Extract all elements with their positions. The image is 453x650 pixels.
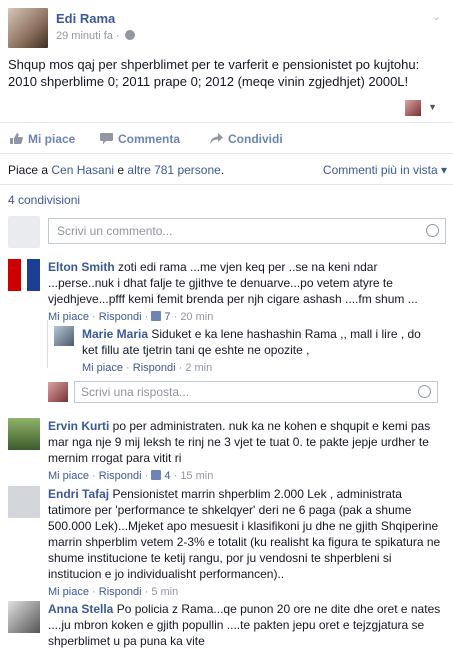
thumbs-up-icon — [151, 311, 162, 321]
avatar[interactable] — [8, 486, 40, 518]
comment-author[interactable]: Elton Smith — [48, 260, 115, 274]
comment-time[interactable]: 15 min — [180, 470, 213, 482]
comment-author[interactable]: Ervin Kurti — [48, 419, 109, 433]
chevron-down-icon[interactable]: ⌄ — [432, 10, 441, 23]
reply-input[interactable]: Scrivi una risposta... — [74, 381, 438, 403]
globe-icon — [124, 30, 135, 40]
avatar[interactable] — [8, 418, 40, 450]
avatar[interactable] — [405, 100, 421, 116]
comment-meta: Mi piace · Rispondi · 5 min — [48, 586, 179, 598]
thumbs-up-icon — [10, 133, 23, 144]
smiley-icon[interactable] — [426, 224, 439, 237]
other-likers-link[interactable]: altre 781 persone — [127, 163, 220, 177]
comment-reply-link[interactable]: Rispondi — [133, 362, 176, 374]
comment-meta: Mi piace · Rispondi · 4 · 15 min — [48, 470, 214, 482]
comment-like-count[interactable]: 4 — [164, 470, 170, 482]
comment-reply-link[interactable]: Rispondi — [99, 470, 142, 482]
comment-reply-link[interactable]: Rispondi — [99, 311, 142, 323]
shares-count[interactable]: 4 condivisioni — [8, 193, 80, 207]
post-action-bar: Mi piace Commenta Condividi — [0, 122, 453, 154]
comment-like-link[interactable]: Mi piace — [82, 362, 123, 374]
comment-reply-link[interactable]: Rispondi — [99, 586, 142, 598]
comment-author[interactable]: Marie Maria — [82, 327, 148, 341]
reply-indent-line — [47, 320, 48, 368]
comment-time[interactable]: 5 min — [151, 586, 178, 598]
share-button[interactable]: Condividi — [210, 132, 283, 146]
thumbs-up-icon — [151, 470, 162, 480]
avatar[interactable] — [54, 326, 74, 346]
smiley-icon[interactable] — [418, 385, 431, 398]
comment-meta: Mi piace · Rispondi · 7 · 20 min — [48, 311, 214, 323]
post-text: Shqup mos qaj per shperblimet per te var… — [8, 57, 420, 89]
avatar — [48, 382, 68, 402]
post-author[interactable]: Edi Rama — [56, 11, 115, 26]
comment-input[interactable]: Scrivi un commento... — [48, 218, 446, 244]
likes-summary: Piace a Cen Hasani e altre 781 persone. — [8, 163, 225, 177]
post-header: Edi Rama 29 minuti fa · ⌄ — [8, 8, 445, 50]
comment-time[interactable]: 2 min — [185, 362, 212, 374]
like-button[interactable]: Mi piace — [10, 132, 75, 146]
comment-sort-select[interactable]: Commenti più in vista ▾ — [323, 163, 447, 177]
comment-author[interactable]: Endri Tafaj — [48, 487, 109, 501]
comment-like-link[interactable]: Mi piace — [48, 311, 89, 323]
comment-time[interactable]: 20 min — [180, 311, 213, 323]
reply-item: Marie Maria Siduket e ka lene hashashin … — [82, 326, 437, 376]
comment-like-count[interactable]: 7 — [164, 311, 170, 323]
chevron-down-icon[interactable]: ▼ — [428, 102, 437, 112]
comment-icon — [100, 133, 113, 144]
comment-author[interactable]: Anna Stella — [48, 602, 113, 616]
comment-text: Pensionistet marrin shperblim 2.000 Lek … — [48, 487, 441, 581]
share-icon — [210, 133, 223, 144]
post-timestamp[interactable]: 29 minuti fa · — [56, 30, 135, 42]
first-liker-link[interactable]: Cen Hasani — [51, 163, 114, 177]
divider — [0, 184, 453, 185]
avatar[interactable] — [8, 259, 40, 291]
avatar — [8, 216, 40, 248]
avatar[interactable] — [8, 601, 40, 633]
comment-like-link[interactable]: Mi piace — [48, 586, 89, 598]
comment-meta: Mi piace · Rispondi · 2 min — [82, 362, 213, 374]
comment-like-link[interactable]: Mi piace — [48, 470, 89, 482]
author-avatar[interactable] — [8, 8, 48, 48]
comment-button[interactable]: Commenta — [100, 132, 180, 146]
